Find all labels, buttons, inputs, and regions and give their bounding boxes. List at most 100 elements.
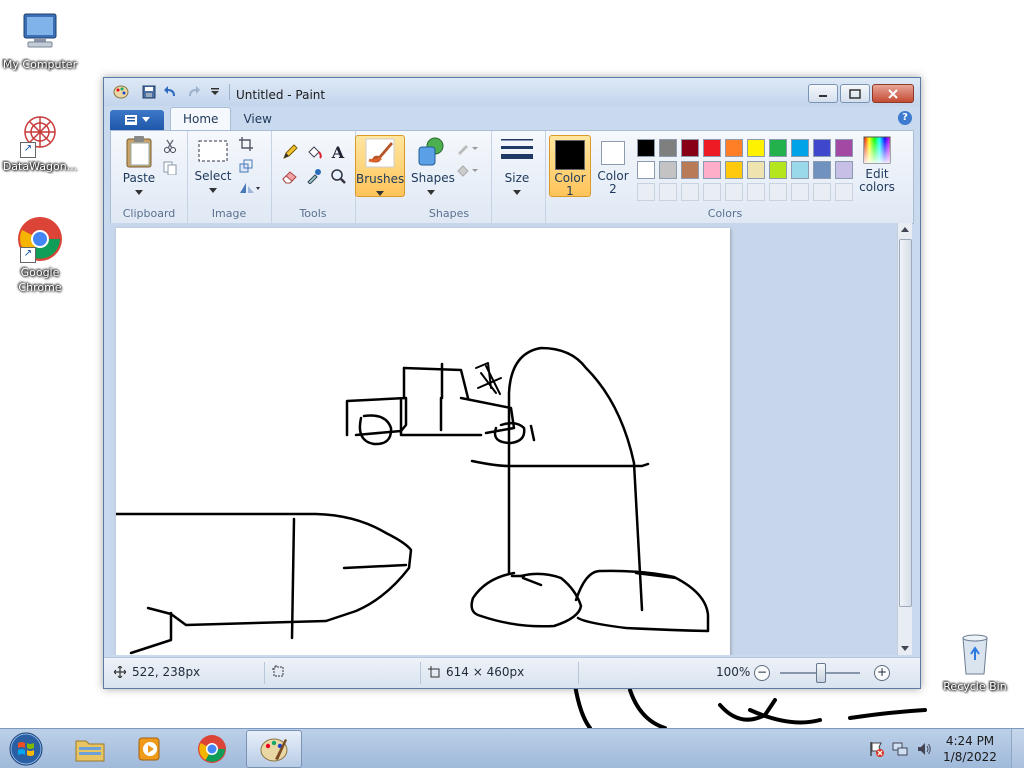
palette-swatch-empty[interactable]: [747, 183, 765, 201]
palette-swatch-empty[interactable]: [835, 183, 853, 201]
minimize-button[interactable]: [808, 84, 838, 103]
palette-swatch[interactable]: [659, 161, 677, 179]
zoom-out-button[interactable]: −: [754, 665, 770, 681]
action-center-icon[interactable]: [868, 741, 884, 760]
desktop-icon-my-computer[interactable]: My Computer: [0, 8, 80, 72]
palette-swatch[interactable]: [637, 161, 655, 179]
pencil-tool-icon[interactable]: [279, 141, 301, 163]
scroll-down-icon: [901, 646, 909, 651]
palette-swatch[interactable]: [747, 161, 765, 179]
file-menu-button[interactable]: [110, 110, 164, 130]
desktop-icon-datawagon[interactable]: ↗ DataWagon...: [0, 110, 80, 174]
desktop-icon-google-chrome[interactable]: ↗ Google Chrome: [0, 215, 80, 295]
eraser-tool-icon[interactable]: [279, 165, 301, 187]
taskbar: 4:24 PM 1/8/2022: [0, 728, 1024, 768]
save-icon[interactable]: [140, 84, 158, 100]
color2-button[interactable]: Color 2: [593, 135, 633, 196]
tab-home[interactable]: Home: [170, 107, 232, 130]
color1-button[interactable]: Color 1: [549, 135, 591, 198]
rotate-icon[interactable]: [237, 179, 261, 197]
palette-swatch-empty[interactable]: [769, 183, 787, 201]
palette-swatch[interactable]: [703, 161, 721, 179]
palette-swatch-empty[interactable]: [703, 183, 721, 201]
chevron-down-icon: [376, 191, 384, 196]
edit-colors-button[interactable]: Edit colors: [853, 135, 901, 194]
status-divider: [420, 662, 421, 684]
group-label-tools: Tools: [299, 207, 327, 220]
canvas-size-icon: [428, 666, 440, 678]
zoom-slider-thumb[interactable]: [816, 663, 826, 683]
show-desktop-button[interactable]: [1011, 729, 1024, 768]
palette-swatch[interactable]: [835, 161, 853, 179]
paste-button[interactable]: Paste: [117, 135, 161, 199]
taskbar-clock[interactable]: 4:24 PM 1/8/2022: [940, 733, 1000, 765]
palette-swatch[interactable]: [813, 161, 831, 179]
help-icon[interactable]: ?: [898, 111, 912, 125]
palette-swatch[interactable]: [813, 139, 831, 157]
palette-swatch-empty[interactable]: [681, 183, 699, 201]
palette-swatch[interactable]: [791, 139, 809, 157]
network-icon[interactable]: [892, 741, 908, 760]
group-label-colors: Colors: [707, 207, 743, 220]
title-bar[interactable]: Untitled - Paint: [104, 78, 920, 106]
drawing: [114, 346, 710, 655]
paint-app-icon[interactable]: [112, 84, 130, 100]
shapes-button[interactable]: Shapes: [411, 135, 455, 199]
palette-swatch[interactable]: [835, 139, 853, 157]
color-picker-icon[interactable]: [303, 165, 325, 187]
palette-swatch[interactable]: [703, 139, 721, 157]
palette-swatch-empty[interactable]: [637, 183, 655, 201]
palette-swatch[interactable]: [637, 139, 655, 157]
taskbar-paint[interactable]: [246, 730, 302, 768]
palette-swatch-empty[interactable]: [791, 183, 809, 201]
fill-tool-icon[interactable]: [303, 141, 325, 163]
crop-icon[interactable]: [237, 135, 255, 153]
edit-colors-icon: [863, 136, 891, 164]
drawing-canvas[interactable]: [114, 228, 730, 655]
palette-swatch[interactable]: [791, 161, 809, 179]
select-button[interactable]: Select: [193, 135, 233, 197]
palette-swatch-empty[interactable]: [725, 183, 743, 201]
fill-icon[interactable]: [455, 161, 481, 179]
group-shapes: Shapes Shapes: [407, 131, 492, 223]
palette-swatch[interactable]: [681, 161, 699, 179]
palette-swatch[interactable]: [681, 139, 699, 157]
desktop-icon-label: Google Chrome: [18, 266, 62, 294]
tab-view[interactable]: View: [231, 108, 283, 130]
close-button[interactable]: [872, 84, 914, 103]
cut-icon[interactable]: [161, 137, 179, 155]
palette-swatch[interactable]: [769, 161, 787, 179]
maximize-button[interactable]: [840, 84, 870, 103]
palette-swatch[interactable]: [747, 139, 765, 157]
volume-icon[interactable]: [916, 741, 932, 760]
desktop-icon-recycle-bin[interactable]: Recycle Bin: [935, 630, 1015, 694]
palette-swatch[interactable]: [725, 139, 743, 157]
media-player-icon: [138, 737, 160, 761]
vertical-scrollbar[interactable]: [897, 223, 912, 655]
color2-swatch: [601, 141, 625, 165]
status-divider: [264, 662, 265, 684]
brushes-button[interactable]: Brushes: [355, 135, 405, 197]
redo-icon[interactable]: [184, 84, 202, 100]
canvas-area: [110, 223, 898, 655]
palette-swatch[interactable]: [769, 139, 787, 157]
magnifier-icon[interactable]: [327, 165, 349, 187]
taskbar-explorer[interactable]: [62, 730, 118, 768]
palette-swatch-empty[interactable]: [813, 183, 831, 201]
taskbar-chrome[interactable]: [184, 730, 240, 768]
customize-qat-icon[interactable]: [206, 84, 224, 100]
resize-icon[interactable]: [237, 157, 255, 175]
palette-swatch-empty[interactable]: [659, 183, 677, 201]
zoom-in-button[interactable]: +: [874, 665, 890, 681]
start-button[interactable]: [4, 730, 48, 768]
undo-icon[interactable]: [162, 84, 180, 100]
palette-swatch[interactable]: [725, 161, 743, 179]
copy-icon[interactable]: [161, 159, 179, 177]
group-tools: A Tools: [271, 131, 356, 223]
outline-icon[interactable]: [455, 139, 481, 157]
taskbar-media-player[interactable]: [122, 730, 178, 768]
palette-swatch[interactable]: [659, 139, 677, 157]
size-button[interactable]: Size: [497, 135, 537, 199]
text-tool-icon[interactable]: A: [327, 141, 349, 163]
scrollbar-thumb[interactable]: [899, 239, 912, 607]
